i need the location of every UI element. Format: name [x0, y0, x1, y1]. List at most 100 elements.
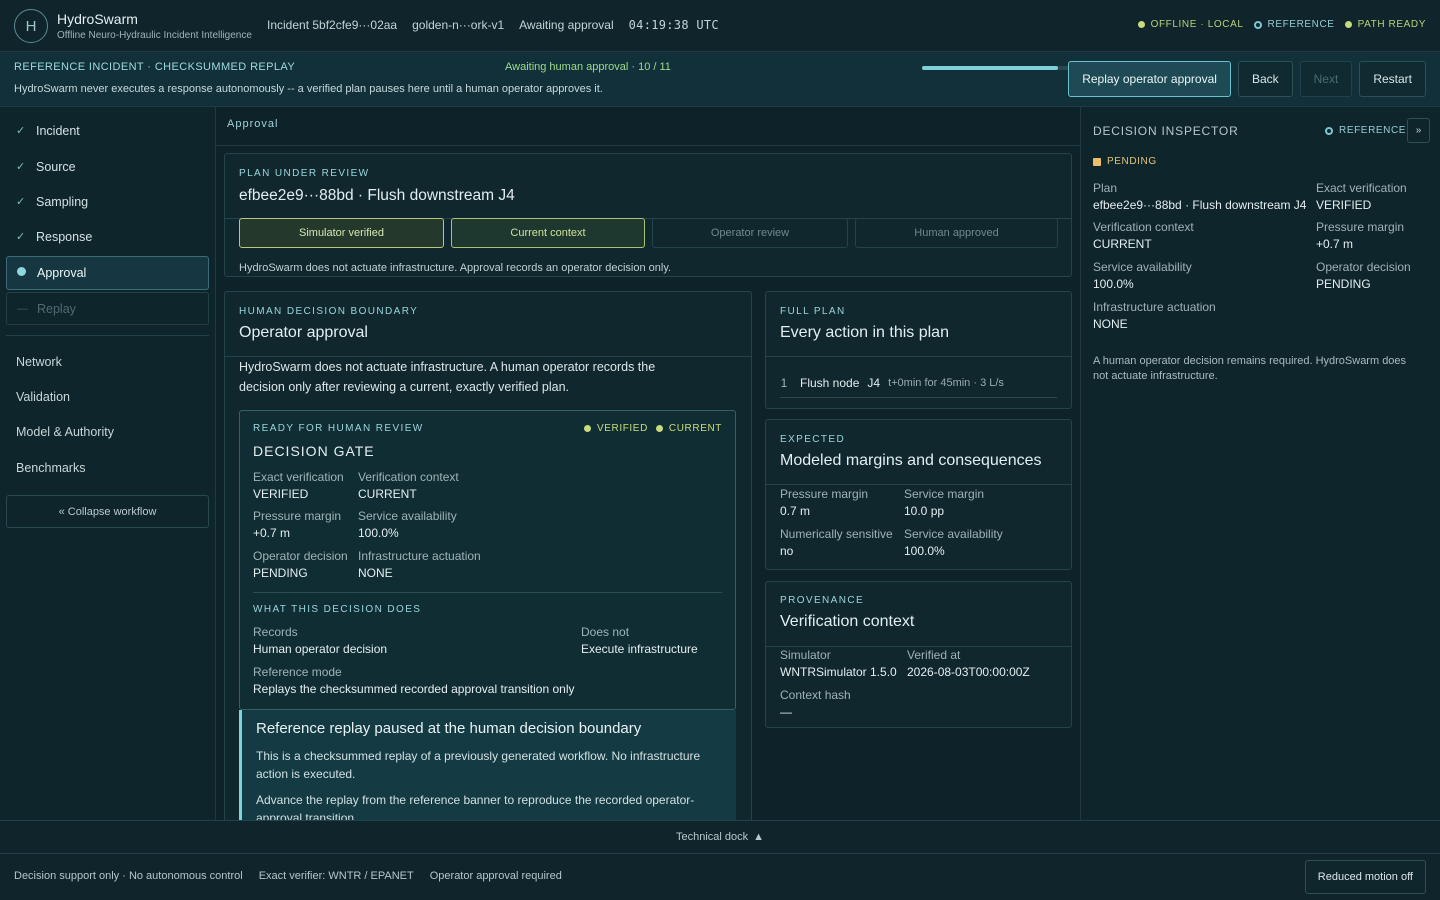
approval-intro: HydroSwarm does not actuate infrastructu…: [239, 360, 656, 394]
app-subtitle: Offline Neuro-Hydraulic Incident Intelli…: [57, 30, 252, 41]
status-ring-icon: [1253, 20, 1262, 29]
provenance-field: Context hash —: [780, 688, 851, 719]
inspector-field: Service availability 100.0%: [1093, 260, 1192, 291]
breadcrumb-divider: [216, 145, 1080, 146]
gate-field: Verification context CURRENT: [358, 470, 459, 501]
full-plan-panel: FULL PLAN Every action in this plan 1 Fl…: [765, 291, 1072, 409]
footer-item: Exact verifier: WNTR / EPANET: [258, 870, 414, 882]
provenance-kicker: PROVENANCE: [780, 595, 865, 606]
brand: HydroSwarm Offline Neuro-Hydraulic Incid…: [57, 11, 252, 41]
full-plan-kicker: FULL PLAN: [780, 306, 846, 317]
app-name: HydroSwarm: [57, 11, 138, 27]
expected-kicker: EXPECTED: [780, 434, 846, 445]
logo: H: [14, 9, 48, 43]
locked-dash-icon: —: [17, 302, 28, 315]
nav-model-authority[interactable]: Model & Authority: [16, 425, 114, 439]
back-button[interactable]: Back: [1237, 61, 1293, 97]
top-bar: H HydroSwarm Offline Neuro-Hydraulic Inc…: [0, 0, 1440, 52]
technical-dock-toggle[interactable]: Technical dock ▲: [0, 820, 1440, 854]
inspector-note: A human operator decision remains requir…: [1093, 355, 1407, 382]
pending-square-icon: [1093, 157, 1101, 166]
replay-progress-fill: [922, 66, 1059, 70]
decision-inspector: DECISION INSPECTOR REFERENCE » PENDING P…: [1080, 107, 1440, 820]
status-dot-icon: [583, 425, 591, 432]
status-indicators: OFFLINE · LOCAL REFERENCE PATH READY: [1137, 19, 1426, 30]
inspector-field: Exact verification VERIFIED: [1316, 181, 1407, 212]
nav-validation[interactable]: Validation: [16, 390, 70, 404]
check-icon: ✓: [16, 161, 26, 173]
records-field: Records Human operator decision: [253, 625, 388, 656]
expand-inspector-icon[interactable]: »: [1407, 118, 1430, 143]
inspector-reference-badge: REFERENCE: [1325, 125, 1406, 136]
expected-divider: [766, 484, 1071, 485]
network-name: golden-n···ork-v1: [412, 18, 505, 32]
status-dot-icon: [655, 425, 663, 432]
gate-operator-review: Operator review: [652, 218, 848, 248]
breadcrumb: Approval: [227, 118, 279, 130]
action-detail: t+0min for 45min · 3 L/s: [888, 376, 1004, 389]
provenance-field: Verified at 2026-08-03T00:00:00Z: [907, 648, 1030, 679]
replay-progress-bar: [922, 66, 1072, 70]
banner-title: REFERENCE INCIDENT · CHECKSUMMED REPLAY: [14, 61, 296, 73]
footer-item: Decision support only · No autonomous co…: [14, 870, 243, 882]
restart-button[interactable]: Restart: [1359, 61, 1426, 97]
status-dot-icon: [1137, 21, 1145, 28]
sidebar-divider: [6, 335, 209, 336]
does-kicker: WHAT THIS DECISION DOES: [253, 604, 422, 615]
replay-paused-notice: Reference replay paused at the human dec…: [239, 710, 736, 820]
nav-network[interactable]: Network: [16, 355, 62, 369]
check-icon: ✓: [16, 125, 26, 137]
main-content: Approval PLAN UNDER REVIEW efbee2e9···88…: [216, 107, 1080, 820]
clock: 04:19:38 UTC: [628, 18, 719, 32]
provenance-title: Verification context: [780, 613, 915, 630]
action-name: Flush node: [800, 375, 860, 390]
gate-field: Exact verification VERIFIED: [253, 470, 344, 501]
inspector-field: Plan efbee2e9···88bd · Flush downstream J…: [1093, 181, 1307, 212]
reference-banner: REFERENCE INCIDENT · CHECKSUMMED REPLAY …: [0, 52, 1440, 107]
notice-title: Reference replay paused at the human dec…: [256, 720, 642, 737]
provenance-panel: PROVENANCE Verification context Simulato…: [765, 581, 1072, 728]
gate-field: Service availability 100.0%: [358, 509, 457, 540]
approval-gates: Simulator verified Current context Opera…: [239, 218, 1058, 248]
gate-badges: VERIFIED CURRENT: [583, 423, 722, 434]
plan-title: efbee2e9···88bd · Flush downstream J4: [239, 187, 515, 204]
gate-divider: [253, 592, 722, 593]
gate-field: Infrastructure actuation NONE: [358, 549, 481, 580]
reduced-motion-button[interactable]: Reduced motion off: [1304, 860, 1426, 894]
step-approval[interactable]: Approval: [6, 256, 209, 290]
action-index: 1: [780, 375, 788, 390]
badge-current: CURRENT: [655, 423, 722, 434]
expected-field: Pressure margin 0.7 m: [780, 487, 869, 518]
expected-field: Numerically sensitive no: [780, 527, 893, 558]
nav-benchmarks[interactable]: Benchmarks: [16, 461, 85, 475]
approval-title: Operator approval: [239, 324, 368, 341]
step-incident[interactable]: ✓ Incident: [6, 114, 209, 147]
approval-kicker: HUMAN DECISION BOUNDARY: [239, 306, 419, 317]
notice-text: Advance the replay from the reference ba…: [256, 793, 695, 820]
operator-approval-panel: HUMAN DECISION BOUNDARY Operator approva…: [224, 291, 752, 820]
action-node: J4: [867, 375, 881, 390]
full-plan-title: Every action in this plan: [780, 324, 949, 341]
footer: Decision support only · No autonomous co…: [0, 854, 1440, 900]
plan-note: HydroSwarm does not actuate infrastructu…: [239, 262, 672, 274]
gate-field: Pressure margin +0.7 m: [253, 509, 342, 540]
expected-panel: EXPECTED Modeled margins and consequence…: [765, 419, 1072, 570]
gate-field: Operator decision PENDING: [253, 549, 348, 580]
gate-human-approved: Human approved: [855, 218, 1058, 248]
step-sampling[interactable]: ✓ Sampling: [6, 185, 209, 218]
step-source[interactable]: ✓ Source: [6, 150, 209, 183]
inspector-status: PENDING: [1093, 156, 1157, 167]
status-path: PATH READY: [1344, 19, 1426, 30]
status-reference: REFERENCE: [1253, 19, 1335, 30]
gate-current-context: Current context: [451, 218, 645, 248]
check-icon: ✓: [16, 196, 26, 208]
collapse-workflow-button[interactable]: « Collapse workflow: [6, 495, 209, 528]
replay-approval-button[interactable]: Replay operator approval: [1068, 61, 1231, 97]
inspector-field: Verification context CURRENT: [1093, 220, 1194, 251]
banner-description: HydroSwarm never executes a response aut…: [14, 83, 603, 95]
status-dot-icon: [1344, 21, 1352, 28]
gate-kicker: READY FOR HUMAN REVIEW: [253, 423, 424, 434]
plan-review-panel: PLAN UNDER REVIEW efbee2e9···88bd · Flus…: [224, 153, 1072, 277]
step-response[interactable]: ✓ Response: [6, 220, 209, 253]
inspector-title: DECISION INSPECTOR: [1093, 124, 1239, 138]
